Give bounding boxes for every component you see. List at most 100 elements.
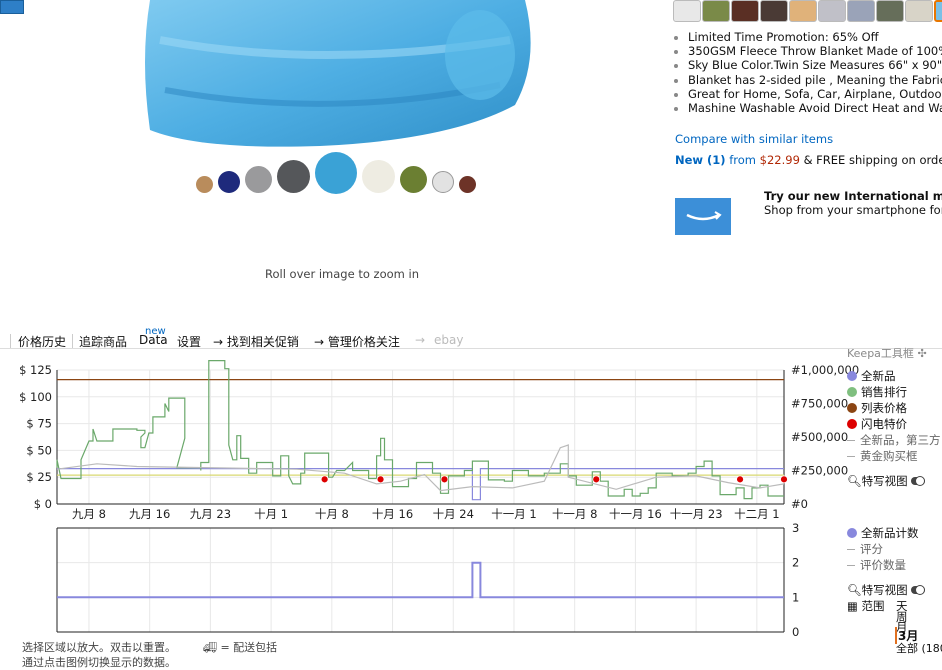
lightning-deal-marker xyxy=(440,475,449,484)
legend-marker xyxy=(847,371,857,381)
y-left-tick-label: $ 50 xyxy=(26,443,52,457)
legend-marker xyxy=(847,549,855,550)
toggle-switch[interactable] xyxy=(910,585,925,595)
new-offers-from[interactable]: from xyxy=(729,153,756,167)
legend-item[interactable]: 全新品计数 xyxy=(847,525,919,541)
legend-item[interactable]: 全新品，第三方 xyxy=(847,432,941,448)
color-swatch[interactable] xyxy=(459,176,476,193)
calendar-icon: ▦ xyxy=(847,599,858,613)
mobile-promo-subtitle: Shop from your smartphone for xyxy=(764,203,942,217)
shipping-legend: 🚚︎ = 配送包括 xyxy=(203,639,277,655)
legend-label: 评分 xyxy=(860,542,883,556)
upper-grid xyxy=(57,369,784,632)
x-tick-label: 十一月 8 xyxy=(552,507,597,521)
shipping-legend-label: = 配送包括 xyxy=(220,641,278,654)
color-swatch[interactable] xyxy=(245,166,272,193)
y-left-tick-label: $ 125 xyxy=(19,363,52,377)
variant-thumbnail[interactable] xyxy=(673,0,701,22)
legend-label: 全新品 xyxy=(861,369,896,383)
lightning-deal-marker xyxy=(376,475,385,484)
lower-y-tick-label: 2 xyxy=(792,556,799,570)
legend-item[interactable]: 销售排行 xyxy=(847,384,907,400)
range-option-all[interactable]: 全部 (180 xyxy=(896,640,942,656)
variant-thumbnail[interactable] xyxy=(876,0,904,22)
tab-manage-alerts[interactable]: → 管理价格关注 xyxy=(314,333,400,350)
x-tick-label: 十一月 1 xyxy=(491,507,536,521)
range-selector: ▦ 范围 xyxy=(847,598,885,614)
legend-label: 评价数量 xyxy=(860,558,906,572)
truck-icon: 🚚︎ xyxy=(203,641,217,654)
tab-settings[interactable]: 设置 xyxy=(177,333,201,350)
color-swatch[interactable] xyxy=(218,171,240,193)
y-right-tick-label: #500,000 xyxy=(791,430,848,444)
tab-find-deals[interactable]: → 找到相关促销 xyxy=(213,333,299,350)
x-tick-label: 十月 8 xyxy=(315,507,349,521)
keepa-price-chart[interactable]: 九月 8 九月 16 九月 23 十月 1 十月 8 十月 16 十月 24 十一月 1 十一月… xyxy=(0,350,942,669)
shipping-text: & FREE shipping on orders o xyxy=(803,153,942,167)
legend-item[interactable]: 评分 xyxy=(847,541,883,557)
legend-label: 销售排行 xyxy=(861,385,907,399)
legend-item[interactable]: 评价数量 xyxy=(847,557,906,573)
legend-label: 黄金购买框 xyxy=(860,449,918,463)
x-tick-label: 十月 1 xyxy=(254,507,288,521)
x-tick-label: 十月 16 xyxy=(372,507,413,521)
legend-item[interactable]: 闪电特价 xyxy=(847,416,907,432)
color-swatch[interactable] xyxy=(362,160,395,193)
y-left-tick-label: $ 25 xyxy=(26,470,52,484)
y-left-tick-label: $ 0 xyxy=(34,497,52,511)
amazon-app-logo[interactable] xyxy=(675,198,731,235)
variant-thumbnail[interactable] xyxy=(760,0,788,22)
keepa-tab-bar: 价格历史 追踪商品 Data new 设置 → 找到相关促销 → 管理价格关注 … xyxy=(0,326,942,360)
new-offers-link[interactable]: New (1) xyxy=(675,153,726,167)
feature-bullet: Mashine Washable Avoid Direct Heat and W… xyxy=(688,101,942,115)
feature-bullet: Limited Time Promotion: 65% Off xyxy=(688,30,942,44)
color-swatch[interactable] xyxy=(400,166,427,193)
offer-price: $22.99 xyxy=(759,153,800,167)
color-swatch[interactable] xyxy=(432,171,454,193)
lower-grid: 3 2 1 0 xyxy=(56,521,799,639)
compare-similar-link[interactable]: Compare with similar items xyxy=(675,132,833,146)
tab-price-history[interactable]: 价格历史 xyxy=(18,333,66,350)
series-line xyxy=(56,444,785,492)
legend-item[interactable]: 黄金购买框 xyxy=(847,448,918,464)
variant-thumbnail[interactable] xyxy=(731,0,759,22)
toggle-switch[interactable] xyxy=(910,476,925,486)
variant-thumbnail[interactable] xyxy=(934,0,942,22)
legend-marker xyxy=(847,419,857,429)
legend-item[interactable]: 全新品 xyxy=(847,368,896,384)
legend-marker xyxy=(847,440,855,441)
special-view-toggle[interactable]: 🔍︎特写视图 xyxy=(847,473,925,489)
feature-bullets: Limited Time Promotion: 65% Off 350GSM F… xyxy=(672,30,942,115)
variant-thumbnail[interactable] xyxy=(702,0,730,22)
x-tick-label: 九月 23 xyxy=(190,507,231,521)
product-image[interactable] xyxy=(120,0,550,150)
upper-series xyxy=(56,360,785,501)
variant-thumbnail[interactable] xyxy=(905,0,933,22)
tab-track-product[interactable]: 追踪商品 xyxy=(79,333,127,350)
x-tick-label: 九月 16 xyxy=(129,507,170,521)
variant-thumbnail[interactable] xyxy=(847,0,875,22)
color-swatch[interactable] xyxy=(315,152,357,194)
color-swatch[interactable] xyxy=(277,160,310,193)
x-tick-label: 九月 8 xyxy=(72,507,106,521)
legend-marker xyxy=(847,528,857,538)
y-right-tick-label: #750,000 xyxy=(791,397,848,411)
upper-axes: 九月 8 九月 16 九月 23 十月 1 十月 8 十月 16 十月 24 十一月 1 十一月… xyxy=(19,363,859,521)
variant-thumbnail[interactable] xyxy=(789,0,817,22)
color-swatch[interactable] xyxy=(196,176,213,193)
top-left-thumbnail[interactable] xyxy=(0,0,24,14)
magnifier-icon: 🔍︎ xyxy=(847,583,862,597)
x-tick-label: 十月 24 xyxy=(433,507,474,521)
tab-arrow: → xyxy=(415,333,426,347)
y-right-tick-label: #0 xyxy=(791,497,808,511)
y-left-tick-label: $ 100 xyxy=(19,390,52,404)
variant-thumbnail[interactable] xyxy=(818,0,846,22)
tab-ebay[interactable]: ebay xyxy=(434,333,463,347)
chart-hint-legend: 通过点击图例切换显示的数据。 xyxy=(22,656,176,669)
tab-divider xyxy=(10,334,11,348)
feature-bullet: Sky Blue Color.Twin Size Measures 66" x … xyxy=(688,58,942,72)
special-view-toggle[interactable]: 🔍︎特写视图 xyxy=(847,582,925,598)
legend-item[interactable]: 列表价格 xyxy=(847,400,907,416)
feature-bullet: Great for Home, Sofa, Car, Airplane, Out… xyxy=(688,87,942,101)
lower-y-tick-label: 3 xyxy=(792,521,799,535)
